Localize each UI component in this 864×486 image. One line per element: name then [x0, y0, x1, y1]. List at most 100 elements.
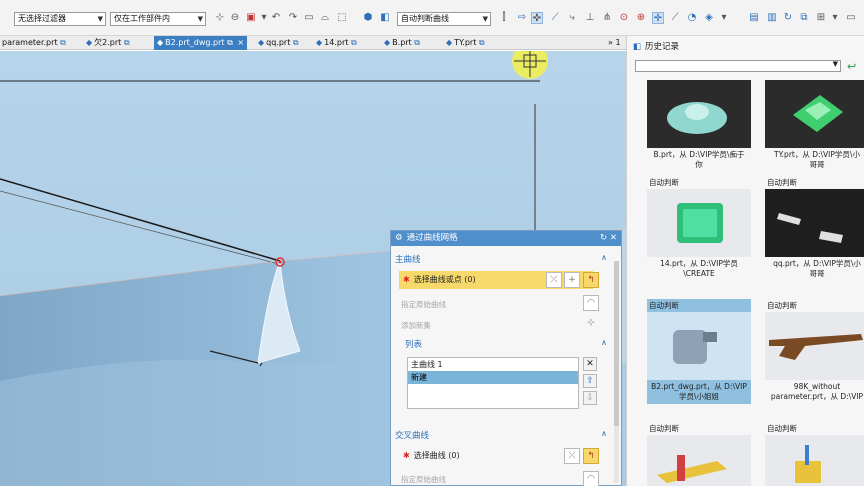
tab-ty[interactable]: ◆ TY.prt ⧉: [446, 36, 487, 50]
image-icon[interactable]: ▥: [766, 12, 778, 24]
deselect-icon[interactable]: ⊖: [229, 12, 241, 24]
curve-rule-dropdown[interactable]: 自动判断曲线 ▼: [397, 12, 491, 26]
midpoint-icon[interactable]: ⋔: [601, 12, 613, 24]
collapse-icon[interactable]: ∧: [601, 253, 607, 262]
tab-b2-dwg[interactable]: ◆ B2.prt_dwg.prt ⧉ ×: [154, 36, 248, 50]
select-curve-button[interactable]: ↰: [583, 272, 599, 288]
bridge-icon[interactable]: ⫿: [498, 12, 510, 24]
tab-label: B.prt: [392, 38, 412, 47]
layer-icon[interactable]: ◈: [703, 12, 715, 24]
more-arrow-icon[interactable]: ▾: [718, 12, 730, 24]
history-item-98k[interactable]: 自动判断 98K_without parameter.prt，从 D:\VIP: [765, 299, 864, 404]
tab-label: B2.prt_dwg.prt: [165, 38, 225, 47]
part-thumbnail: [765, 189, 864, 257]
reset-icon[interactable]: ↻: [600, 233, 607, 243]
selection-scope-dropdown[interactable]: 仅在工作部件内 ▼: [110, 12, 206, 26]
tab-14[interactable]: ◆ 14.prt ⧉: [316, 36, 359, 50]
undo-select-icon[interactable]: ↶: [270, 12, 282, 24]
select-curve-label: 选择曲线或点 (0): [413, 275, 476, 284]
tab-qian2[interactable]: ◆ 欠2.prt ⧉: [86, 36, 132, 50]
history-filter-dropdown[interactable]: ▼: [635, 60, 841, 72]
origin-curve-button[interactable]: ◠: [583, 471, 599, 486]
gear-icon[interactable]: ⚙: [395, 233, 403, 243]
tab-parameter[interactable]: parameter.prt ⧉: [2, 36, 68, 50]
refresh-icon[interactable]: ↻: [782, 12, 794, 24]
grid-icon[interactable]: ⊞: [815, 12, 827, 24]
circle-center-icon[interactable]: ⊙: [618, 12, 630, 24]
tab-b[interactable]: ◆ B.prt ⧉: [384, 36, 422, 50]
curve-list[interactable]: 主曲线 1 新建: [407, 357, 579, 409]
quadrant-icon[interactable]: ⊕: [635, 12, 647, 24]
select-region-icon[interactable]: ▣: [245, 12, 257, 24]
tab-label: 欠2.prt: [94, 38, 122, 47]
part-icon: ◆: [258, 38, 265, 47]
origin-curve-button[interactable]: ◠: [583, 295, 599, 311]
cube-icon[interactable]: ◧: [379, 12, 391, 24]
snap-icon[interactable]: ⊹: [214, 12, 226, 24]
history-item[interactable]: 自动判断: [765, 422, 864, 486]
primary-curve-shadow: [0, 190, 276, 264]
move-up-icon[interactable]: ⇧: [583, 374, 597, 388]
collapse-icon[interactable]: ∧: [601, 429, 607, 438]
pole-icon[interactable]: ⟋: [669, 12, 681, 24]
dialog-scrollbar[interactable]: [614, 261, 619, 483]
rectangle-select-icon[interactable]: ▭: [303, 12, 315, 24]
select-curve-button[interactable]: ↰: [583, 448, 599, 464]
history-item[interactable]: 自动判断: [647, 422, 751, 486]
tab-qq[interactable]: ◆ qq.prt ⧉: [258, 36, 301, 50]
scrollbar-thumb[interactable]: [614, 261, 619, 426]
box-select-icon[interactable]: ⬚: [336, 12, 348, 24]
list-header[interactable]: 列表: [405, 338, 422, 350]
close-icon[interactable]: ×: [237, 38, 244, 47]
history-item-ty[interactable]: TY.prt，从 D:\VIP学员\小 哥哥: [765, 80, 864, 172]
view-icon[interactable]: ◔: [686, 12, 698, 24]
part-icon: ◆: [86, 38, 93, 47]
history-item-qq[interactable]: 自动判断 qq.prt，从 D:\VIP学员\小 哥哥: [765, 176, 864, 281]
close-icon[interactable]: ✕: [610, 233, 617, 243]
solid-body-icon[interactable]: ⬢: [362, 12, 374, 24]
primary-curve[interactable]: [0, 178, 281, 262]
part-thumbnail: [765, 312, 864, 380]
window-icon[interactable]: ▤: [748, 12, 760, 24]
tangent-icon[interactable]: ⊥: [584, 12, 596, 24]
history-item-header: 自动判断: [649, 178, 679, 187]
add-set-icon[interactable]: ⊹: [583, 316, 599, 332]
required-star-icon: ✱: [403, 451, 410, 460]
screen-icon[interactable]: ▭: [845, 12, 857, 24]
dropdown-arrow-icon[interactable]: ▾: [258, 12, 270, 24]
lasso-icon[interactable]: ⌓: [319, 12, 331, 24]
history-item-b[interactable]: B.prt，从 D:\VIP学员\痴于 你: [647, 80, 751, 172]
selection-filter-dropdown[interactable]: 无选择过滤器 ▼: [14, 12, 106, 26]
forward-icon[interactable]: ⇨: [516, 12, 528, 24]
back-arrow-icon[interactable]: ↩: [847, 60, 856, 73]
list-item-selected[interactable]: 新建: [408, 371, 578, 384]
history-caption: TY.prt，从 D:\VIP学员\小 哥哥: [774, 150, 860, 169]
part-thumbnail: [647, 435, 751, 486]
cross-curves-header[interactable]: 交叉曲线: [395, 429, 429, 441]
chevron-down-icon: ▼: [832, 60, 838, 68]
remove-icon[interactable]: ✕: [583, 357, 597, 371]
tab-label: TY.prt: [454, 38, 477, 47]
chevron-down-icon: ▼: [482, 15, 488, 23]
chevron-down-icon: ▼: [97, 15, 103, 23]
curve-rule-button[interactable]: ⤫: [564, 448, 580, 464]
history-title: 历史记录: [645, 42, 680, 52]
move-down-icon[interactable]: ⇩: [583, 391, 597, 405]
tabs-overflow[interactable]: » 1: [608, 36, 621, 50]
collapse-icon[interactable]: ∧: [601, 338, 607, 347]
arc-icon[interactable]: ⤷: [566, 12, 578, 24]
chevron-down-icon: ▼: [197, 15, 203, 23]
history-item-b2-dwg[interactable]: 自动判断 B2.prt_dwg.prt，从 D:\VIP 学员\小姐姐: [647, 299, 751, 404]
line-icon[interactable]: ⟋: [549, 12, 561, 24]
primary-curves-header[interactable]: 主曲线: [395, 253, 421, 265]
selection-filter-value: 无选择过滤器: [18, 14, 66, 23]
intersection-icon[interactable]: ✛: [652, 12, 664, 24]
more-arrow-icon[interactable]: ▾: [829, 12, 841, 24]
point-dialog-button[interactable]: +: [564, 272, 580, 288]
history-item-14[interactable]: 自动判断 14.prt，从 D:\VIP学员 \CREATE: [647, 176, 751, 281]
list-item[interactable]: 主曲线 1: [408, 358, 578, 371]
redo-select-icon[interactable]: ↷: [287, 12, 299, 24]
point-snap-icon[interactable]: ✜: [531, 12, 543, 24]
curve-rule-button[interactable]: ⤫: [546, 272, 562, 288]
copy-icon[interactable]: ⧉: [798, 12, 810, 24]
